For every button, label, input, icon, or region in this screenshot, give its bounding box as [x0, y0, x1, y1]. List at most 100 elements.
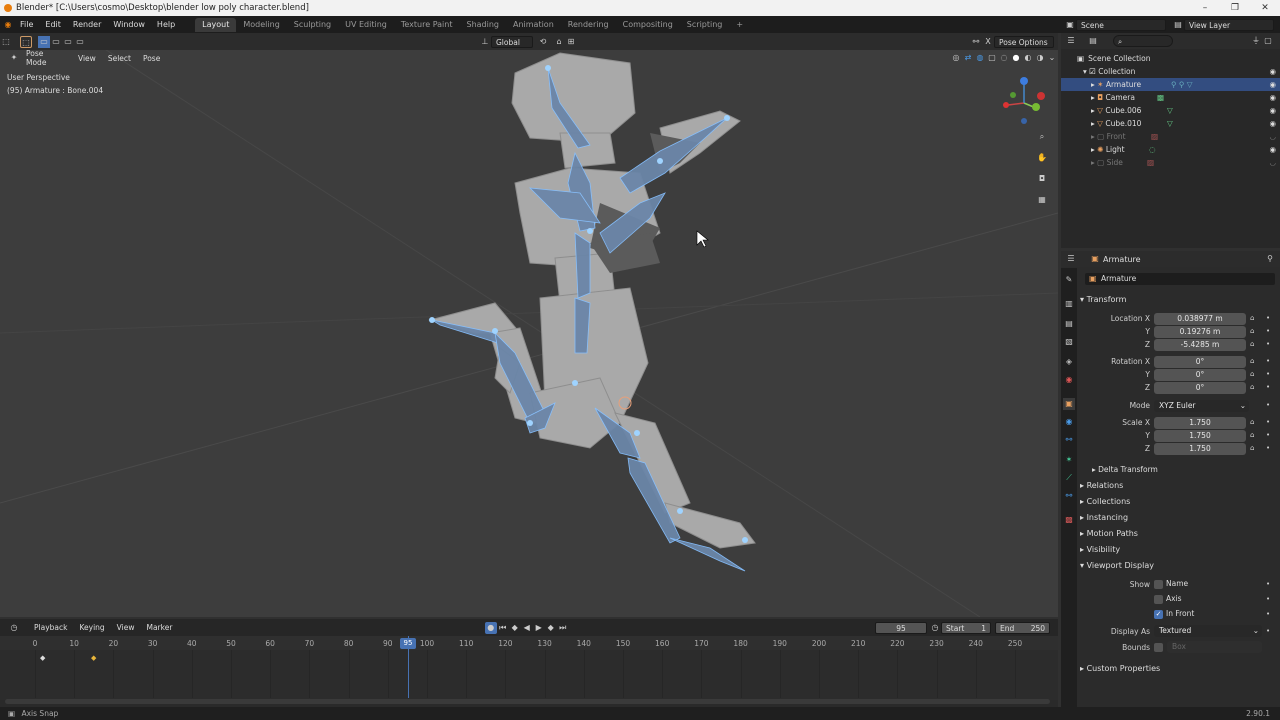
- snap-icon[interactable]: ⌂: [553, 36, 565, 48]
- expand-icon[interactable]: ▸: [1091, 106, 1095, 115]
- viewport-display-panel[interactable]: ▾ Viewport Display: [1080, 558, 1275, 573]
- armature-data-tab-icon[interactable]: ✶: [1063, 454, 1075, 466]
- menu-playback[interactable]: Playback: [28, 623, 73, 632]
- tab-scripting[interactable]: Scripting: [680, 18, 730, 32]
- collections-panel[interactable]: ▸ Collections: [1080, 494, 1275, 509]
- auto-keying-icon[interactable]: ●: [484, 621, 497, 634]
- current-frame-field[interactable]: 95: [875, 621, 928, 634]
- expand-icon[interactable]: ▸: [1091, 119, 1095, 128]
- keyframe-display-as-icon[interactable]: •: [1266, 627, 1270, 635]
- tool-tab-icon[interactable]: ✎: [1063, 274, 1075, 286]
- keyframe-in-front-icon[interactable]: •: [1266, 610, 1270, 618]
- scene-selector[interactable]: Scene: [1076, 18, 1166, 31]
- tab-compositing[interactable]: Compositing: [616, 18, 680, 32]
- keyframe-rotation-z-icon[interactable]: •: [1266, 383, 1270, 391]
- filter-icon[interactable]: ⏚: [1250, 35, 1262, 47]
- timeline-editor-icon[interactable]: ◷: [8, 622, 20, 634]
- new-collection-icon[interactable]: ▢: [1262, 35, 1274, 47]
- outliner-item-front[interactable]: ▸ ▢ Front ▨ ◡: [1061, 130, 1280, 143]
- rotation-x-field[interactable]: 0°: [1154, 356, 1246, 368]
- close-button[interactable]: ✕: [1250, 0, 1280, 16]
- expand-icon[interactable]: ▸: [1091, 145, 1095, 154]
- shading-material-icon[interactable]: ◐: [1022, 52, 1034, 64]
- tab-sculpting[interactable]: Sculpting: [287, 18, 338, 32]
- visibility-filter-icon[interactable]: ◎: [950, 52, 962, 64]
- overlay-toggle-icon[interactable]: ◍: [974, 52, 986, 64]
- outliner-scene-collection[interactable]: ▣ Scene Collection: [1061, 52, 1280, 65]
- expand-icon[interactable]: ▸: [1091, 80, 1095, 89]
- outliner-collection[interactable]: ▾ ☑ Collection ◉: [1061, 65, 1280, 78]
- tab-layout[interactable]: Layout: [195, 17, 237, 32]
- lock-rotation-x-icon[interactable]: ⌂: [1250, 357, 1254, 365]
- view-layer-selector[interactable]: View Layer: [1184, 18, 1274, 31]
- pin-icon[interactable]: ⚲: [1264, 253, 1276, 265]
- outliner-item-armature[interactable]: ▸ ✶ Armature ⚲ ⚲ ▽ ◉: [1061, 78, 1280, 91]
- outliner[interactable]: ☰ ▤ ⌕ ⏚ ▢ ▣ Scene Collection ▾ ☑ Collecti…: [1061, 33, 1280, 248]
- visibility-panel[interactable]: ▸ Visibility: [1080, 542, 1275, 557]
- gizmo-toggle-icon[interactable]: ⇄: [962, 52, 974, 64]
- keyframe-rotation-x-icon[interactable]: •: [1266, 357, 1270, 365]
- outliner-item-side[interactable]: ▸ ▢ Side ▨ ◡: [1061, 156, 1280, 169]
- instancing-panel[interactable]: ▸ Instancing: [1080, 510, 1275, 525]
- pose-options-dropdown[interactable]: Pose Options: [994, 35, 1054, 48]
- add-workspace-icon[interactable]: +: [729, 18, 750, 32]
- pan-hand-icon[interactable]: ✋: [1036, 152, 1048, 164]
- render-tab-icon[interactable]: ▥: [1063, 298, 1075, 310]
- bounds-checkbox[interactable]: [1154, 643, 1163, 652]
- shading-rendered-icon[interactable]: ◑: [1034, 52, 1046, 64]
- eye-icon[interactable]: ◉: [1269, 78, 1276, 91]
- lock-rotation-z-icon[interactable]: ⌂: [1250, 383, 1254, 391]
- properties-editor-icon[interactable]: ☰: [1065, 253, 1077, 265]
- keyframe-rotation-y-icon[interactable]: •: [1266, 370, 1270, 378]
- grid-view-icon[interactable]: ▦: [1036, 194, 1048, 206]
- play-icon[interactable]: ▶: [533, 622, 545, 634]
- keyframe-scale-x-icon[interactable]: •: [1266, 418, 1270, 426]
- editor-type-icon[interactable]: ⬚: [0, 36, 12, 48]
- shading-wireframe-icon[interactable]: ◌: [998, 52, 1010, 64]
- prev-keyframe-icon[interactable]: ◆: [509, 622, 521, 634]
- lock-scale-z-icon[interactable]: ⌂: [1250, 444, 1254, 452]
- snap-options-icon[interactable]: ⊞: [565, 36, 577, 48]
- location-z-field[interactable]: -5.4285 m: [1154, 339, 1246, 351]
- tab-rendering[interactable]: Rendering: [561, 18, 616, 32]
- shading-options-icon[interactable]: ⌄: [1046, 52, 1058, 64]
- outliner-item-light[interactable]: ▸ ✺ Light ◌ ◉: [1061, 143, 1280, 156]
- scale-y-field[interactable]: 1.750: [1154, 430, 1246, 442]
- eye-icon[interactable]: ◉: [1269, 117, 1276, 130]
- outliner-item-cube010[interactable]: ▸ ▽ Cube.010 ▽ ◉: [1061, 117, 1280, 130]
- lock-location-z-icon[interactable]: ⌂: [1250, 340, 1254, 348]
- eye-icon[interactable]: ◉: [1269, 143, 1276, 156]
- mode-dropdown[interactable]: Pose Mode: [20, 49, 72, 67]
- keyframe-area[interactable]: [0, 650, 1058, 700]
- location-x-field[interactable]: 0.038977 m: [1154, 313, 1246, 325]
- clock-icon[interactable]: ◷: [929, 622, 941, 634]
- lock-scale-x-icon[interactable]: ⌂: [1250, 418, 1254, 426]
- outliner-item-camera[interactable]: ▸ ◘ Camera ▩ ◉: [1061, 91, 1280, 104]
- menu-view[interactable]: View: [72, 54, 102, 63]
- select-tool-icon[interactable]: ⬚: [20, 35, 32, 48]
- bounds-type-dropdown[interactable]: Box: [1167, 641, 1262, 653]
- next-keyframe-icon[interactable]: ◆: [545, 622, 557, 634]
- transform-panel-header[interactable]: ▾ Transform: [1080, 292, 1275, 307]
- blender-menu-icon[interactable]: ◉: [2, 19, 14, 31]
- lock-rotation-y-icon[interactable]: ⌂: [1250, 370, 1254, 378]
- menu-file[interactable]: File: [14, 20, 39, 29]
- shading-solid-icon[interactable]: ●: [1010, 52, 1022, 64]
- keyframe-location-z-icon[interactable]: •: [1266, 340, 1270, 348]
- texture-tab-icon[interactable]: ▩: [1063, 514, 1075, 526]
- menu-help[interactable]: Help: [151, 20, 181, 29]
- display-as-dropdown[interactable]: Textured ⌄: [1154, 625, 1262, 637]
- eye-icon[interactable]: ◉: [1269, 104, 1276, 117]
- outliner-editor-icon[interactable]: ☰: [1065, 35, 1077, 47]
- viewport-3d[interactable]: ⌕ ✋ ◘ ▦: [0, 33, 1058, 617]
- show-in-front-checkbox[interactable]: ✓ In Front: [1154, 609, 1194, 619]
- bone-tab-icon[interactable]: ⟋: [1063, 472, 1075, 484]
- tab-modeling[interactable]: Modeling: [236, 18, 286, 32]
- show-name-checkbox[interactable]: Name: [1154, 579, 1188, 589]
- menu-pose[interactable]: Pose: [137, 54, 166, 63]
- bone-constraints-tab-icon[interactable]: ⚯: [1063, 490, 1075, 502]
- selected-keyframe-diamond-icon[interactable]: ◆: [91, 654, 96, 662]
- menu-keying[interactable]: Keying: [73, 623, 110, 632]
- xray-toggle-icon[interactable]: ▢: [986, 52, 998, 64]
- location-y-field[interactable]: 0.19276 m: [1154, 326, 1246, 338]
